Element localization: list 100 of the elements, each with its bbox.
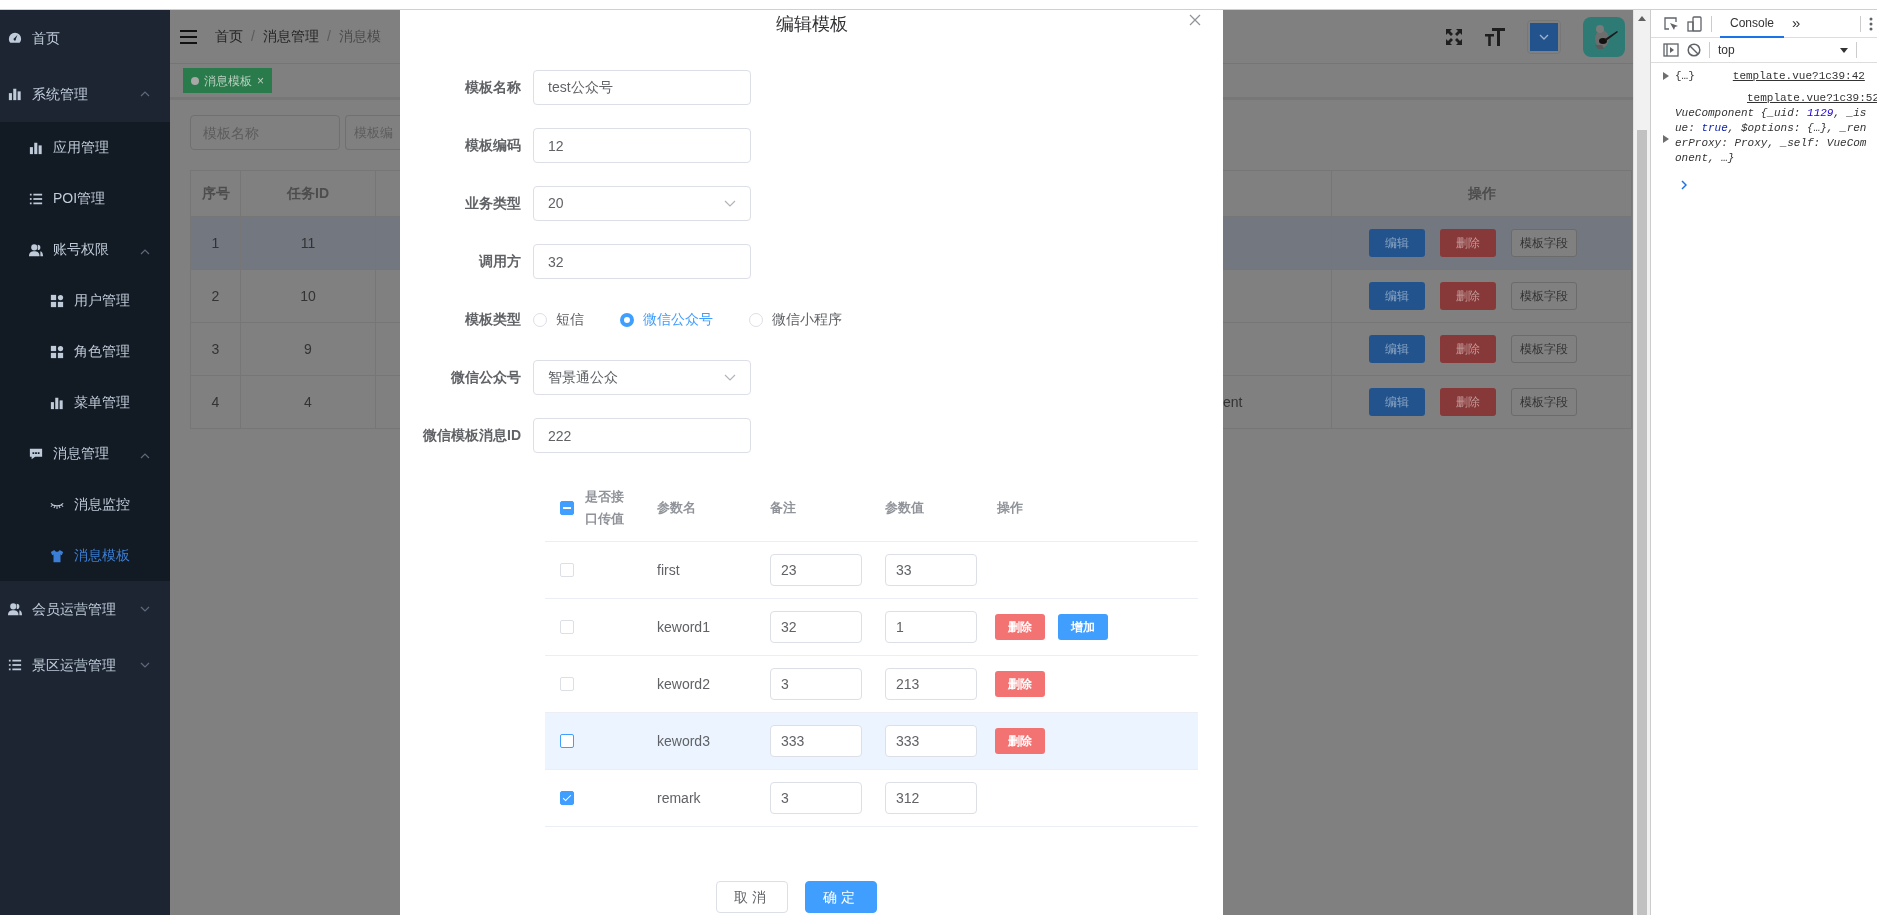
input-field[interactable]: 222 xyxy=(533,418,751,453)
sidebar-item[interactable]: 消息管理 xyxy=(0,428,170,479)
sidebar-item[interactable]: 系统管理 xyxy=(0,66,170,122)
bar-chart-icon xyxy=(8,87,22,101)
cancel-button[interactable]: 取消 xyxy=(716,881,788,913)
close-icon[interactable] xyxy=(1189,14,1201,26)
sidebar-item[interactable]: 账号权限 xyxy=(0,224,170,275)
table-row[interactable]: 编辑 删除 模板字段 xyxy=(1223,216,1631,269)
column-header: 参数值 xyxy=(885,500,924,516)
device-icon[interactable] xyxy=(1687,15,1703,32)
table-cell: 1 xyxy=(191,217,241,269)
fullscreen-icon[interactable] xyxy=(1445,27,1463,46)
sidebar-item[interactable]: 景区运营管理 xyxy=(0,637,170,693)
breadcrumb-link[interactable]: 消息管理 xyxy=(262,26,319,47)
chevron-up-icon xyxy=(140,248,150,256)
chevron-up-icon xyxy=(140,90,150,98)
column-header: 是否接口传值 xyxy=(585,488,625,528)
bar-chart-icon xyxy=(29,140,43,155)
expand-arrow-icon[interactable] xyxy=(1663,72,1669,80)
input-field[interactable]: 333 xyxy=(770,725,862,757)
sidebar-item[interactable]: 菜单管理 xyxy=(0,377,170,428)
checkbox[interactable] xyxy=(560,791,574,805)
table-cell: 4 xyxy=(241,376,376,428)
expand-arrow-icon[interactable] xyxy=(1663,135,1669,143)
table-cell: 9 xyxy=(241,323,376,375)
select-field[interactable]: 智景通公众 xyxy=(533,360,751,395)
table-row[interactable]: ent 编辑 删除 模板字段 xyxy=(1223,375,1631,428)
table-cell: 3 xyxy=(191,323,241,375)
chat-icon xyxy=(29,446,43,461)
delete-button[interactable]: 删除 xyxy=(1440,282,1496,310)
grid-icon xyxy=(50,293,64,308)
fields-button[interactable]: 模板字段 xyxy=(1511,229,1577,257)
chevron-down-icon xyxy=(724,200,736,207)
checkbox[interactable] xyxy=(560,501,574,515)
list-icon xyxy=(8,658,22,672)
table-cell: keword2 xyxy=(657,675,710,692)
delete-button[interactable]: 删除 xyxy=(1440,335,1496,363)
table-row[interactable]: 编辑 删除 模板字段 xyxy=(1223,269,1631,322)
sidebar-item[interactable]: 消息模板 xyxy=(0,530,170,581)
console-text: erProxy: Proxy, _self: VueCom xyxy=(1675,136,1868,150)
sidebar-item[interactable]: 消息监控 xyxy=(0,479,170,530)
users-icon xyxy=(8,602,22,616)
kebab-menu-icon[interactable] xyxy=(1869,16,1873,31)
delete-button[interactable]: 删除 xyxy=(1440,388,1496,416)
input-field[interactable]: 12 xyxy=(533,128,751,163)
fields-button[interactable]: 模板字段 xyxy=(1511,335,1577,363)
more-tabs-button[interactable]: » xyxy=(1792,12,1801,35)
field-label: 模板编码 xyxy=(464,136,522,155)
sidebar-item[interactable]: 会员运营管理 xyxy=(0,581,170,637)
scrollbar-thumb[interactable] xyxy=(1637,130,1647,915)
input-field[interactable]: 312 xyxy=(885,782,977,814)
input-field[interactable]: 333 xyxy=(885,725,977,757)
breadcrumb-link[interactable]: 首页 xyxy=(215,26,243,47)
field-label: 业务类型 xyxy=(464,194,522,213)
console-text: onent, …} xyxy=(1675,151,1736,165)
input-field[interactable]: 3 xyxy=(770,782,862,814)
table-cell: 4 xyxy=(191,376,241,428)
field-label: 模板类型 xyxy=(464,310,522,329)
input-field[interactable]: 23 xyxy=(770,554,862,586)
field-label: 调用方 xyxy=(477,252,522,271)
scrollbar[interactable] xyxy=(1633,10,1650,915)
radio-option[interactable]: 短信 xyxy=(533,309,584,330)
tab[interactable]: Console xyxy=(1720,9,1785,38)
table-row[interactable]: 编辑 删除 模板字段 xyxy=(1223,322,1631,375)
menu-icon[interactable] xyxy=(180,29,197,44)
checkbox[interactable] xyxy=(560,734,574,748)
shirt-icon xyxy=(50,548,64,563)
prompt-icon[interactable] xyxy=(1681,179,1687,190)
input-field[interactable]: 32 xyxy=(533,244,751,279)
sidebar-item[interactable]: 用户管理 xyxy=(0,275,170,326)
column-header: 备注 xyxy=(770,500,796,516)
tab[interactable]: 消息模板 × xyxy=(183,68,272,93)
sidebar-item[interactable]: 角色管理 xyxy=(0,326,170,377)
sidebar-toggle-icon[interactable] xyxy=(1663,43,1679,57)
input-field[interactable]: test公众号 xyxy=(533,70,751,105)
delete-button[interactable]: 删除 xyxy=(1440,229,1496,257)
sidebar-item[interactable]: 应用管理 xyxy=(0,122,170,173)
context-select[interactable]: top xyxy=(1718,41,1848,59)
text-size-icon[interactable] xyxy=(1485,26,1505,47)
chevron-up-icon xyxy=(140,452,150,460)
input-field[interactable]: 3 xyxy=(770,668,862,700)
fields-button[interactable]: 模板字段 xyxy=(1511,282,1577,310)
clear-console-icon[interactable] xyxy=(1687,43,1701,57)
sidebar-item[interactable]: 首页 xyxy=(0,10,170,66)
input-field[interactable]: 32 xyxy=(770,611,862,643)
input-field[interactable]: 33 xyxy=(885,554,977,586)
input-field[interactable]: 213 xyxy=(885,668,977,700)
scroll-up-icon[interactable] xyxy=(1638,16,1646,21)
console-text: ue: true, $options: {…}, _ren xyxy=(1675,121,1868,135)
select-field[interactable]: 20 xyxy=(533,186,751,221)
column-header: 操作 xyxy=(997,500,1023,516)
table-cell: remark xyxy=(657,789,701,806)
breadcrumb-separator: / xyxy=(251,27,255,46)
inspect-icon[interactable] xyxy=(1663,15,1679,32)
fields-button[interactable]: 模板字段 xyxy=(1511,388,1577,416)
input-field[interactable]: 1 xyxy=(885,611,977,643)
field-label: 微信模板消息ID xyxy=(422,426,522,445)
source-link[interactable]: template.vue?1c39:42 xyxy=(1732,69,1865,83)
radio-option[interactable]: 微信小程序 xyxy=(749,309,842,330)
sidebar-item[interactable]: POI管理 xyxy=(0,173,170,224)
